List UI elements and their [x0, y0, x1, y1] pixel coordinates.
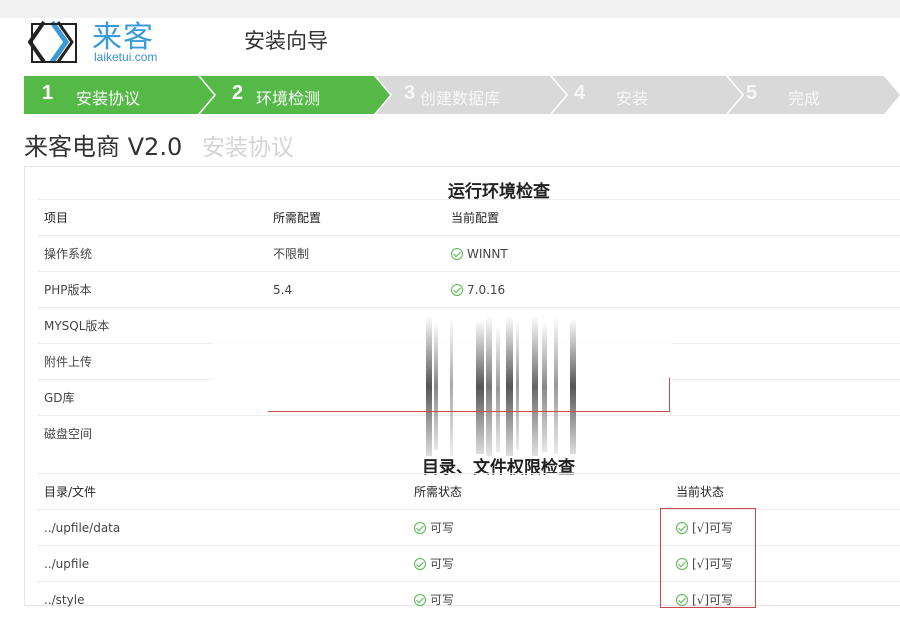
step-env-check[interactable]: 2 环境检测	[200, 76, 390, 114]
step-label: 安装	[616, 89, 649, 108]
column-header: 所需配置	[267, 199, 445, 236]
check-circle-icon	[414, 522, 426, 534]
step-number: 1	[42, 82, 54, 104]
product-subtitle: 安装协议	[202, 135, 294, 161]
step-number: 5	[746, 82, 758, 104]
required-cell: 可写	[408, 545, 670, 582]
required-value: 可写	[430, 557, 455, 571]
current-value: 7.0.16	[467, 282, 506, 297]
table-row: 操作系统 不限制 WINNT	[38, 235, 900, 272]
step-license[interactable]: 1 安装协议	[24, 76, 214, 114]
step-number: 2	[232, 82, 244, 104]
current-value: WINNT	[467, 246, 508, 261]
check-circle-icon	[414, 594, 426, 607]
table-row: ../upfile 可写 [√]可写	[38, 545, 900, 582]
column-header: 所需状态	[408, 473, 670, 510]
column-header: 目录/文件	[38, 473, 408, 510]
brand-logo[interactable]: 来客 laiketui.com	[28, 12, 178, 68]
item-cell: 磁盘空间	[38, 415, 267, 452]
item-cell: PHP版本	[38, 271, 267, 308]
page-title: 安装向导	[244, 29, 328, 53]
brand-domain: laiketui.com	[94, 50, 158, 64]
table-row: PHP版本 5.4 7.0.16	[38, 271, 900, 308]
required-value: 可写	[430, 593, 455, 608]
step-number: 4	[574, 82, 586, 104]
highlight-box	[268, 378, 670, 412]
step-label: 创建数据库	[420, 89, 501, 108]
check-circle-icon	[451, 247, 463, 260]
path-cell: ../upfile/data	[38, 509, 408, 546]
perm-check-table: 目录/文件 所需状态 当前状态 ../upfile/data 可写 [√]可写 …	[38, 473, 900, 618]
step-install[interactable]: 4 安装	[552, 76, 742, 114]
required-cell: 5.4	[267, 271, 445, 308]
check-circle-icon	[451, 283, 463, 296]
step-number: 3	[404, 82, 416, 104]
step-label: 环境检测	[256, 89, 321, 108]
item-cell: 操作系统	[38, 235, 267, 272]
step-label: 完成	[788, 89, 821, 108]
required-cell	[267, 415, 445, 452]
product-title: 来客电商 V2.0	[24, 133, 183, 161]
step-create-db[interactable]: 3 创建数据库	[376, 76, 566, 114]
table-row: ../upfile/data 可写 [√]可写	[38, 509, 900, 546]
install-steps: 1 安装协议 2 环境检测 3 创建数据库 4 安装 5 完成	[24, 76, 900, 114]
step-label: 安装协议	[76, 89, 141, 108]
required-value: 可写	[430, 521, 455, 535]
current-cell: 7.0.16	[445, 271, 900, 308]
required-cell: 可写	[408, 509, 670, 546]
highlight-box	[660, 508, 756, 608]
column-header: 当前状态	[670, 473, 900, 510]
table-header-row: 目录/文件 所需状态 当前状态	[38, 473, 900, 510]
current-cell: WINNT	[445, 235, 900, 272]
path-cell: ../upfile	[38, 545, 408, 582]
column-header: 当前配置	[445, 199, 900, 236]
column-header: 项目	[38, 199, 267, 236]
table-header-row: 项目 所需配置 当前配置	[38, 199, 900, 236]
required-cell: 不限制	[267, 235, 445, 272]
laike-logo-icon	[28, 20, 77, 64]
step-finish[interactable]: 5 完成	[728, 76, 900, 114]
check-circle-icon	[414, 558, 426, 570]
